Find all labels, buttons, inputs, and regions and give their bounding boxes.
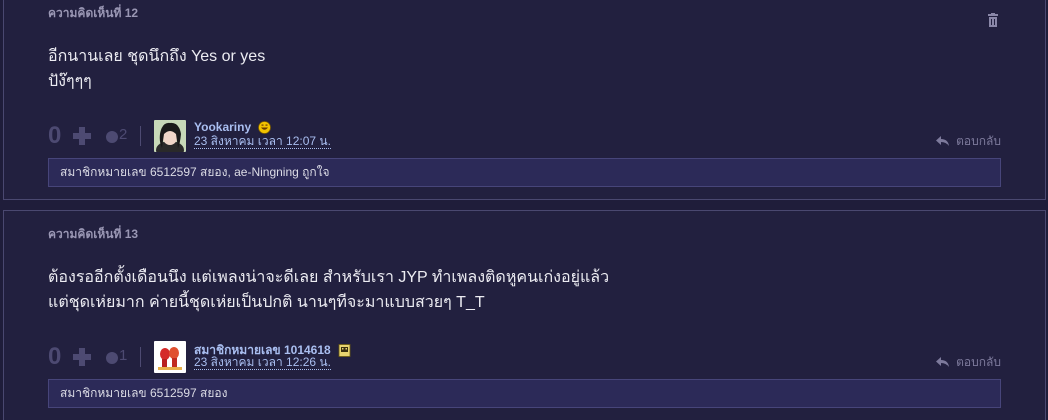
comment-line: ต้องรออีกตั้งเดือนนึง แต่เพลงน่าจะดีเลย …	[48, 269, 610, 286]
emotion-icon[interactable]	[106, 131, 118, 143]
emotion-count: 1	[119, 347, 128, 364]
vote-count: 0	[48, 343, 62, 370]
username[interactable]: Yookariny	[194, 120, 251, 134]
avatar[interactable]	[154, 341, 186, 373]
comment-card: ความคิดเห็นที่ 13 ต้องรออีกตั้งเดือนนึง …	[3, 210, 1046, 420]
comment-title: ความคิดเห็นที่ 12	[48, 6, 139, 20]
member-badge-icon	[338, 344, 351, 357]
plus-vote-icon[interactable]	[72, 347, 92, 367]
reply-icon	[936, 357, 950, 367]
comment-card: ความคิดเห็นที่ 12 อีกนานเลย ชุดนึกถึง Ye…	[3, 0, 1046, 200]
timestamp-link[interactable]: 23 สิงหาคม เวลา 12:26 น.	[194, 356, 331, 370]
comment-body: อีกนานเลย ชุดนึกถึง Yes or yes ปัง๊ๆๆๆ	[48, 44, 265, 94]
emotion-icon[interactable]	[106, 352, 118, 364]
reply-button[interactable]: ตอบกลับ	[936, 353, 1001, 372]
comment-line: ปัง๊ๆๆๆ	[48, 73, 92, 90]
comment-body: ต้องรออีกตั้งเดือนนึง แต่เพลงน่าจะดีเลย …	[48, 265, 609, 315]
smiley-badge-icon	[258, 121, 272, 134]
reactions-bar: สมาชิกหมายเลข 6512597 สยอง, ae-Ningning …	[48, 158, 1001, 187]
reply-icon	[936, 136, 950, 146]
divider	[140, 347, 141, 367]
username-link[interactable]: Yookariny	[194, 120, 272, 134]
divider	[140, 126, 141, 146]
emotion-count: 2	[119, 126, 128, 143]
comment-line: อีกนานเลย ชุดนึกถึง Yes or yes	[48, 48, 266, 65]
comment-footer: 0 2 Yookariny 23 สิงหาคม เวลา 12:07 น. ต…	[48, 120, 1001, 154]
reactions-bar: สมาชิกหมายเลข 6512597 สยอง	[48, 379, 1001, 408]
reply-label[interactable]: ตอบกลับ	[956, 134, 1001, 148]
reply-label[interactable]: ตอบกลับ	[956, 355, 1001, 369]
trash-icon[interactable]	[987, 13, 999, 27]
reply-button[interactable]: ตอบกลับ	[936, 132, 1001, 151]
vote-count: 0	[48, 122, 62, 149]
plus-vote-icon[interactable]	[72, 126, 92, 146]
avatar[interactable]	[154, 120, 186, 152]
comment-line: แต่ชุดเห่ยมาก ค่ายนี้ชุดเห่ยเป็นปกติ นาน…	[48, 294, 485, 311]
comment-footer: 0 1 สมาชิกหมายเลข 1014618 23 สิงหาคม เวล…	[48, 341, 1001, 375]
timestamp-link[interactable]: 23 สิงหาคม เวลา 12:07 น.	[194, 135, 331, 149]
comment-title: ความคิดเห็นที่ 13	[48, 227, 139, 241]
